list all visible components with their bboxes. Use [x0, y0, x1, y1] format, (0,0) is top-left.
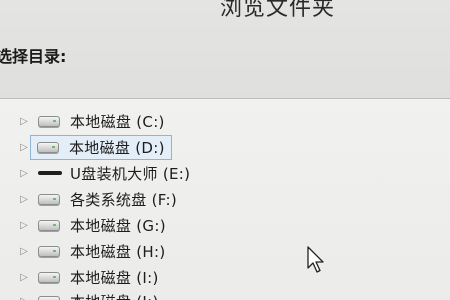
expand-arrow-icon[interactable]: ▷ — [14, 272, 34, 283]
mouse-pointer-icon — [307, 246, 324, 273]
tree-item-label: U盘装机大师 (E:) — [70, 164, 191, 183]
expand-arrow-icon[interactable]: ▷ — [14, 220, 34, 231]
tree-item-g[interactable]: ▷ 本地磁盘 (G:) — [0, 213, 166, 237]
tree-item-e[interactable]: ▷ U盘装机大师 (E:) — [0, 161, 190, 185]
tree-item-h[interactable]: ▷ 本地磁盘 (H:) — [0, 239, 166, 263]
selected-item-highlight[interactable]: 本地磁盘 (D:) — [30, 134, 172, 160]
expand-arrow-icon[interactable]: ▷ — [14, 168, 34, 179]
tree-item-label: 本地磁盘 (C:) — [70, 112, 165, 131]
tree-item-label: 本地磁盘 (G:) — [70, 216, 166, 235]
hard-drive-icon — [37, 141, 59, 153]
tree-item-label: 本地磁盘 (J:) — [70, 291, 159, 300]
tree-item-d[interactable]: ▷ 本地磁盘 (D:) — [0, 134, 172, 160]
tree-item-f[interactable]: ▷ 各类系统盘 (F:) — [0, 187, 177, 211]
tree-item-c[interactable]: ▷ 本地磁盘 (C:) — [0, 109, 165, 133]
expand-arrow-icon[interactable]: ▷ — [14, 296, 34, 300]
tree-item-label: 本地磁盘 (H:) — [70, 242, 166, 261]
hard-drive-icon — [38, 219, 60, 231]
select-directory-prompt: 选择目录: — [0, 47, 67, 66]
hard-drive-icon — [38, 115, 60, 127]
hard-drive-icon — [38, 271, 60, 283]
browse-folder-dialog: 浏览文件夹 选择目录: ▷ 本地磁盘 (C:) ▷ 本地磁盘 (D:) ▷ U盘… — [0, 0, 450, 300]
expand-arrow-icon[interactable]: ▷ — [14, 246, 34, 257]
tree-item-label: 各类系统盘 (F:) — [70, 190, 177, 209]
hard-drive-icon — [38, 193, 60, 205]
hard-drive-icon — [38, 245, 60, 257]
tree-item-label: 本地磁盘 (I:) — [70, 268, 159, 287]
dialog-title: 浏览文件夹 — [220, 0, 336, 21]
hard-drive-icon — [38, 295, 60, 300]
expand-arrow-icon[interactable]: ▷ — [14, 116, 34, 127]
tree-item-label: 本地磁盘 (D:) — [69, 138, 165, 157]
expand-arrow-icon[interactable]: ▷ — [14, 194, 34, 205]
tree-item-j[interactable]: ▷ 本地磁盘 (J:) — [0, 289, 159, 300]
tree-item-i[interactable]: ▷ 本地磁盘 (I:) — [0, 265, 159, 289]
folder-tree[interactable]: ▷ 本地磁盘 (C:) ▷ 本地磁盘 (D:) ▷ U盘装机大师 (E:) ▷ … — [0, 98, 450, 300]
usb-drive-icon — [38, 171, 62, 175]
